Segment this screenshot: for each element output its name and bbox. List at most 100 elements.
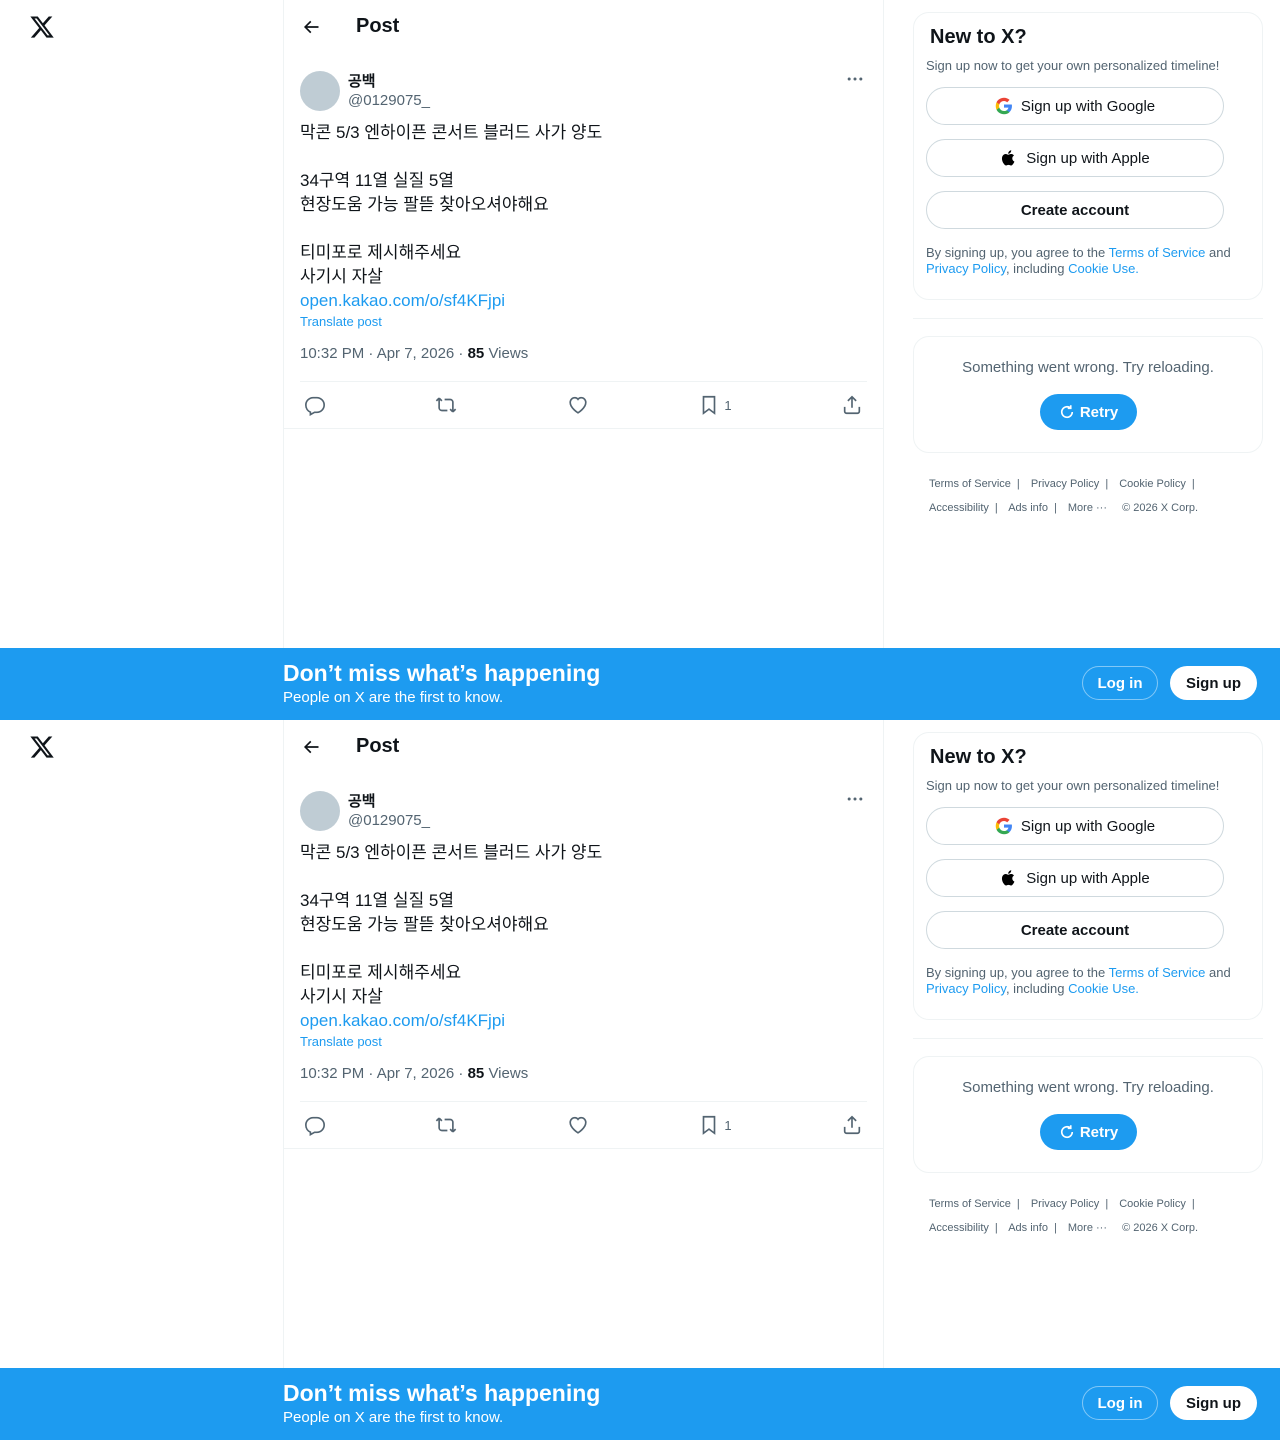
footer-separator: | [1105,478,1109,490]
signup-terms: By signing up, you agree to the Terms of… [926,245,1250,277]
privacy-policy-link[interactable]: Privacy Policy [926,261,1006,276]
footer-accessibility-link[interactable]: Accessibility [929,502,989,514]
avatar[interactable] [300,71,340,111]
post-actions: 1 [300,1102,867,1148]
terms-of-service-link[interactable]: Terms of Service [1109,245,1206,260]
bookmark-count: 1 [724,1117,732,1133]
terms-text: and [1205,965,1231,980]
post-actions: 1 [300,382,867,428]
footer-accessibility-link[interactable]: Accessibility [929,1222,989,1234]
repost-button[interactable] [435,394,457,416]
post-timestamp[interactable]: 10:32 PM · Apr 7, 2026 · [300,345,468,362]
signup-title: New to X? [930,26,1027,48]
footer-cookie-link[interactable]: Cookie Policy [1119,478,1186,490]
google-icon [995,817,1012,835]
post-link[interactable]: open.kakao.com/o/sf4KFjpi [300,289,867,313]
error-card: Something went wrong. Try reloading. Ret… [913,1056,1263,1173]
reply-button[interactable] [304,1114,326,1136]
main-column: Post 공백 @0129075_ 막콘 5/3 엔하이픈 콘서트 블러드 사가… [283,0,884,648]
reply-button[interactable] [304,394,326,416]
footer-terms-link[interactable]: Terms of Service [929,1198,1011,1210]
error-card: Something went wrong. Try reloading. Ret… [913,336,1263,453]
footer-ads-link[interactable]: Ads info [1008,502,1048,514]
retry-button[interactable]: Retry [1039,1114,1137,1150]
post-link[interactable]: open.kakao.com/o/sf4KFjpi [300,1009,867,1033]
signup-apple-label: Sign up with Apple [1026,869,1150,887]
signup-apple-label: Sign up with Apple [1026,149,1150,167]
error-message: Something went wrong. Try reloading. [962,359,1214,376]
back-arrow-icon[interactable] [294,10,328,44]
signup-apple-button[interactable]: Sign up with Apple [926,139,1224,177]
post-timestamp[interactable]: 10:32 PM · Apr 7, 2026 · [300,1065,468,1082]
banner-subtitle: People on X are the first to know. [283,1409,504,1426]
more-options-icon[interactable] [843,789,867,809]
signup-card: New to X? Sign up now to get your own pe… [913,732,1263,1020]
footer-cookie-link[interactable]: Cookie Policy [1119,1198,1186,1210]
share-button[interactable] [841,394,863,416]
divider [284,1148,883,1149]
signup-title: New to X? [930,746,1027,768]
post-article: 공백 @0129075_ 막콘 5/3 엔하이픈 콘서트 블러드 사가 양도 3… [284,785,883,1149]
footer-privacy-link[interactable]: Privacy Policy [1031,478,1099,490]
x-logo-icon[interactable] [29,734,55,760]
cookie-use-link[interactable]: Cookie Use. [1068,981,1139,996]
google-icon [995,97,1012,115]
user-handle[interactable]: @0129075_ [348,91,430,110]
views-label: Views [484,345,529,362]
repost-icon [436,1117,457,1133]
terms-text: and [1205,245,1231,260]
x-logo-icon[interactable] [29,14,55,40]
sidebar-divider [913,318,1263,319]
post-meta: 10:32 PM · Apr 7, 2026 · 85 Views [300,345,867,365]
bookmark-button[interactable]: 1 [698,394,732,416]
display-name[interactable]: 공백 [348,792,430,811]
share-icon [843,1115,861,1135]
footer-separator: | [1191,1198,1195,1210]
cookie-use-link[interactable]: Cookie Use. [1068,261,1139,276]
repost-button[interactable] [435,1114,457,1136]
translate-post-link[interactable]: Translate post [300,1034,867,1049]
translate-post-link[interactable]: Translate post [300,314,867,329]
display-name[interactable]: 공백 [348,72,430,91]
signup-button[interactable]: Sign up [1170,1386,1257,1420]
footer-terms-link[interactable]: Terms of Service [929,478,1011,490]
share-button[interactable] [841,1114,863,1136]
footer-ads-link[interactable]: Ads info [1008,1222,1048,1234]
signup-apple-button[interactable]: Sign up with Apple [926,859,1224,897]
terms-text: By signing up, you agree to the [926,965,1109,980]
create-account-button[interactable]: Create account [926,911,1224,949]
bookmark-icon [702,395,716,415]
footer-separator: | [1053,502,1057,514]
footer-separator: | [1191,478,1195,490]
page-title: Post [356,15,400,37]
retry-button[interactable]: Retry [1039,394,1137,430]
signup-terms: By signing up, you agree to the Terms of… [926,965,1250,997]
like-button[interactable] [567,394,589,416]
footer-copyright: © 2026 X Corp. [1122,502,1199,514]
bookmark-button[interactable]: 1 [698,1114,732,1136]
repost-icon [436,397,457,413]
post-header: Post [284,720,883,773]
bookmark-count: 1 [724,397,732,413]
privacy-policy-link[interactable]: Privacy Policy [926,981,1006,996]
avatar[interactable] [300,791,340,831]
signup-google-button[interactable]: Sign up with Google [926,87,1224,125]
post-meta: 10:32 PM · Apr 7, 2026 · 85 Views [300,1065,867,1085]
divider [284,428,883,429]
login-button[interactable]: Log in [1082,1386,1158,1420]
signup-button[interactable]: Sign up [1170,666,1257,700]
signup-google-button[interactable]: Sign up with Google [926,807,1224,845]
create-account-button[interactable]: Create account [926,191,1224,229]
more-options-icon[interactable] [843,69,867,89]
terms-of-service-link[interactable]: Terms of Service [1109,965,1206,980]
post-text: 막콘 5/3 엔하이픈 콘서트 블러드 사가 양도 34구역 11열 실질 5열… [300,123,603,286]
back-arrow-icon[interactable] [294,730,328,764]
signup-google-label: Sign up with Google [1020,817,1156,835]
login-button[interactable]: Log in [1082,666,1158,700]
footer-privacy-link[interactable]: Privacy Policy [1031,1198,1099,1210]
like-button[interactable] [567,1114,589,1136]
footer-more-link[interactable]: More ··· [1068,502,1107,514]
user-handle[interactable]: @0129075_ [348,811,430,830]
footer-more-link[interactable]: More ··· [1068,1222,1107,1234]
footer-links: Terms of Service | Privacy Policy | Cookie… [929,472,1249,520]
